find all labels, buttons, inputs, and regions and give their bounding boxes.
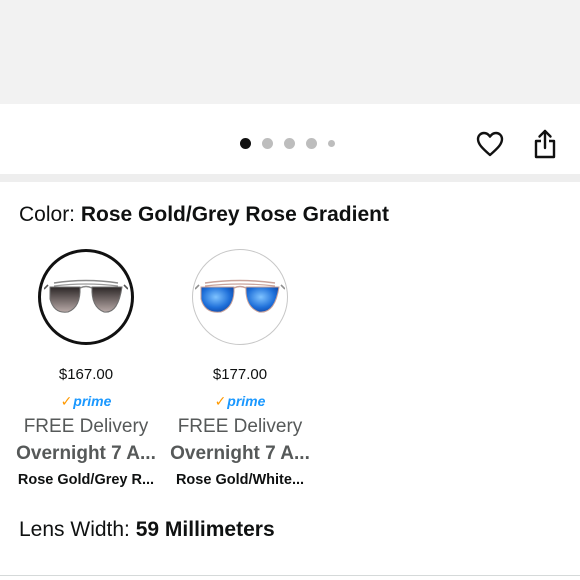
prime-label: prime <box>227 393 266 409</box>
lens-width-value: 59 Millimeters <box>135 518 275 541</box>
pagination-dot-3[interactable] <box>284 138 295 149</box>
pagination-dot-5[interactable] <box>328 140 335 147</box>
pagination-dot-2[interactable] <box>262 138 273 149</box>
sunglasses-rose-gold-blue-image <box>195 279 285 313</box>
pagination-dot-4[interactable] <box>306 138 317 149</box>
lens-width-label: Lens Width: <box>19 518 136 541</box>
image-pagination-dots[interactable] <box>240 138 346 149</box>
color-swatch-option[interactable]: $167.00 ✓ prime FREE Delivery Overnight 7… <box>9 249 163 488</box>
color-label: Color: <box>19 203 81 226</box>
color-value: Rose Gold/Grey Rose Gradient <box>80 203 389 226</box>
prime-badge: ✓ prime <box>163 391 317 411</box>
swatch-price: $167.00 <box>58 366 114 383</box>
swatch-delivery: FREE Delivery <box>177 416 303 437</box>
pagination-dot-1[interactable] <box>240 138 251 149</box>
lens-width-row: Lens Width: 59 Millimeters <box>19 518 275 542</box>
sunglasses-rose-gold-grey-image <box>44 279 128 313</box>
color-selection-label: Color: Rose Gold/Grey Rose Gradient <box>19 203 389 227</box>
swatch-shipping: Overnight 7 A... <box>170 443 310 464</box>
swatch-thumbnail-selected[interactable] <box>38 249 134 345</box>
swatch-delivery: FREE Delivery <box>23 416 149 437</box>
swatch-shipping: Overnight 7 A... <box>16 443 156 464</box>
heart-icon <box>476 131 504 157</box>
favorite-button[interactable] <box>474 128 506 160</box>
prime-check-icon: ✓ <box>214 392 227 409</box>
color-swatch-option[interactable]: $177.00 ✓ prime FREE Delivery Overnight 7… <box>163 249 317 488</box>
prime-badge: ✓ prime <box>9 391 163 411</box>
prime-check-icon: ✓ <box>60 392 73 409</box>
share-button[interactable] <box>530 128 560 160</box>
section-divider <box>0 174 580 182</box>
prime-label: prime <box>73 393 112 409</box>
bottom-divider <box>0 575 580 576</box>
swatch-variant-name: Rose Gold/White... <box>175 472 305 488</box>
product-image-area[interactable] <box>0 0 580 104</box>
swatch-price: $177.00 <box>212 366 268 383</box>
share-icon <box>534 129 556 159</box>
swatch-variant-name: Rose Gold/Grey R... <box>17 472 155 488</box>
swatch-thumbnail[interactable] <box>192 249 288 345</box>
